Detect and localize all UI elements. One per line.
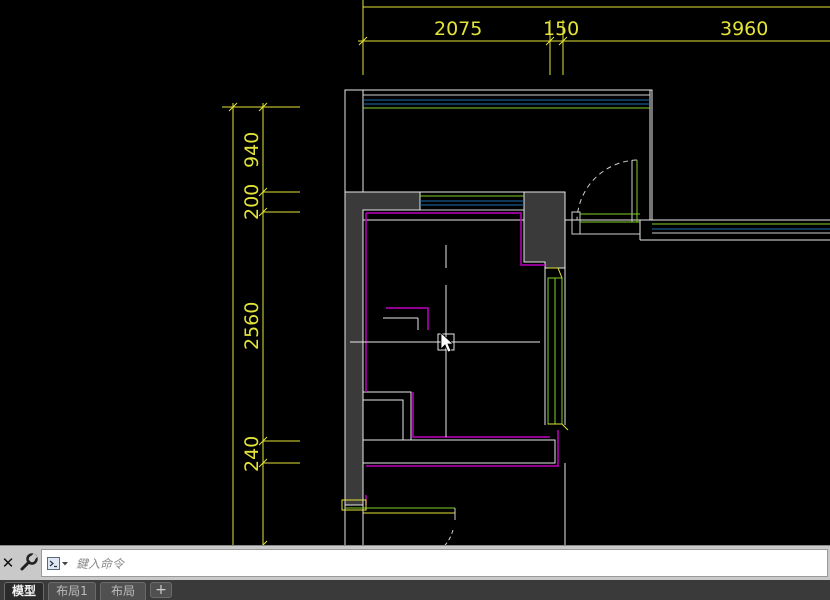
upper-room-outline: [344, 89, 830, 241]
wrench-icon[interactable]: [18, 551, 40, 575]
command-input[interactable]: [74, 551, 818, 577]
dim-top-2: 150: [543, 18, 579, 40]
tab-model[interactable]: 模型: [4, 582, 44, 600]
close-icon[interactable]: ✕: [0, 551, 16, 575]
tab-layout1[interactable]: 布局1: [48, 582, 96, 600]
walls: [344, 191, 566, 506]
dim-left-1: 940: [241, 132, 263, 168]
command-line-bar: ✕: [0, 545, 830, 580]
floor-plan[interactable]: 2075 150 3960 940 200 2560 240: [0, 0, 830, 545]
dim-left-2: 200: [241, 184, 263, 220]
crosshair-cursor: [350, 285, 540, 360]
tab-layout2[interactable]: 布局: [100, 582, 146, 600]
arrow-cursor-icon: [440, 332, 455, 353]
layout-tab-bar: 模型 布局1 布局 +: [0, 580, 830, 600]
dim-top-1: 2075: [434, 18, 482, 40]
lower-fixture: [341, 499, 456, 545]
command-field[interactable]: [41, 549, 828, 577]
inner-white-lines: [383, 245, 546, 437]
dim-top-3: 3960: [720, 18, 768, 40]
dim-left-3: 2560: [241, 302, 263, 350]
command-prompt-icon[interactable]: [47, 556, 69, 570]
door-swing: [571, 159, 640, 235]
dim-left-4: 240: [241, 436, 263, 472]
window-top: [420, 195, 524, 211]
add-layout-button[interactable]: +: [150, 582, 172, 598]
drawing-canvas[interactable]: 2075 150 3960 940 200 2560 240: [0, 0, 830, 545]
